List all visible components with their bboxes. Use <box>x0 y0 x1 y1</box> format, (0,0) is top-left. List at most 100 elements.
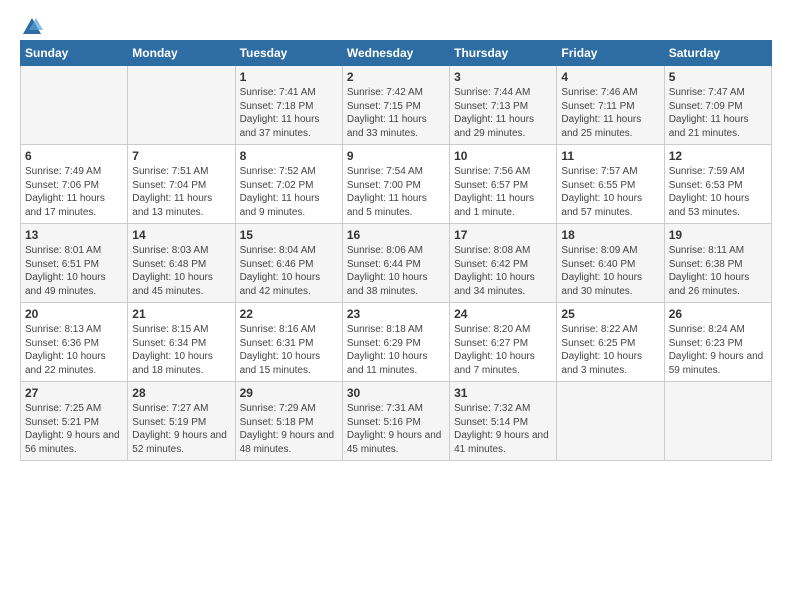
calendar-cell: 25 Sunrise: 8:22 AMSunset: 6:25 PMDayligh… <box>557 303 664 382</box>
calendar-cell: 1 Sunrise: 7:41 AMSunset: 7:18 PMDaylight… <box>235 66 342 145</box>
cell-content: Sunrise: 8:24 AMSunset: 6:23 PMDaylight:… <box>669 323 767 377</box>
week-row-5: 27Sunrise: 7:25 AMSunset: 5:21 PMDayligh… <box>21 382 772 461</box>
header-row: SundayMondayTuesdayWednesdayThursdayFrid… <box>21 41 772 66</box>
cell-content: Sunrise: 7:57 AMSunset: 6:55 PMDaylight:… <box>561 165 659 219</box>
calendar-cell: 11 Sunrise: 7:57 AMSunset: 6:55 PMDayligh… <box>557 145 664 224</box>
calendar-cell: 18 Sunrise: 8:09 AMSunset: 6:40 PMDayligh… <box>557 224 664 303</box>
day-number: 4 <box>561 70 659 84</box>
day-header-sunday: Sunday <box>21 41 128 66</box>
calendar-cell: 8 Sunrise: 7:52 AMSunset: 7:02 PMDaylight… <box>235 145 342 224</box>
cell-content: Sunrise: 8:16 AMSunset: 6:31 PMDaylight:… <box>240 323 338 377</box>
cell-content: Sunrise: 8:22 AMSunset: 6:25 PMDaylight:… <box>561 323 659 377</box>
calendar-cell <box>557 382 664 461</box>
calendar-cell: 16 Sunrise: 8:06 AMSunset: 6:44 PMDayligh… <box>342 224 449 303</box>
calendar-cell: 23 Sunrise: 8:18 AMSunset: 6:29 PMDayligh… <box>342 303 449 382</box>
calendar-cell: 4Sunrise: 7:46 AMSunset: 7:11 PMDaylight… <box>557 66 664 145</box>
day-header-wednesday: Wednesday <box>342 41 449 66</box>
day-number: 1 <box>240 70 338 84</box>
day-number: 8 <box>240 149 338 163</box>
calendar-cell: 19 Sunrise: 8:11 AMSunset: 6:38 PMDayligh… <box>664 224 771 303</box>
calendar-cell: 20 Sunrise: 8:13 AMSunset: 6:36 PMDayligh… <box>21 303 128 382</box>
calendar-cell: 10 Sunrise: 7:56 AMSunset: 6:57 PMDayligh… <box>450 145 557 224</box>
calendar-cell: 21 Sunrise: 8:15 AMSunset: 6:34 PMDayligh… <box>128 303 235 382</box>
day-header-thursday: Thursday <box>450 41 557 66</box>
cell-content: Sunrise: 7:31 AMSunset: 5:16 PMDaylight:… <box>347 402 445 456</box>
calendar-cell: 12 Sunrise: 7:59 AMSunset: 6:53 PMDayligh… <box>664 145 771 224</box>
cell-content: Sunrise: 8:20 AMSunset: 6:27 PMDaylight:… <box>454 323 552 377</box>
day-number: 25 <box>561 307 659 321</box>
cell-content: Sunrise: 8:04 AMSunset: 6:46 PMDaylight:… <box>240 244 338 298</box>
cell-content: Sunrise: 7:27 AMSunset: 5:19 PMDaylight:… <box>132 402 230 456</box>
day-number: 11 <box>561 149 659 163</box>
cell-content: Sunrise: 8:09 AMSunset: 6:40 PMDaylight:… <box>561 244 659 298</box>
cell-content: Sunrise: 8:18 AMSunset: 6:29 PMDaylight:… <box>347 323 445 377</box>
cell-content: Sunrise: 8:15 AMSunset: 6:34 PMDaylight:… <box>132 323 230 377</box>
cell-content: Sunrise: 7:59 AMSunset: 6:53 PMDaylight:… <box>669 165 767 219</box>
day-number: 27 <box>25 386 123 400</box>
calendar-cell: 6 Sunrise: 7:49 AMSunset: 7:06 PMDaylight… <box>21 145 128 224</box>
week-row-1: 1 Sunrise: 7:41 AMSunset: 7:18 PMDaylight… <box>21 66 772 145</box>
day-number: 7 <box>132 149 230 163</box>
header <box>20 16 772 32</box>
day-number: 16 <box>347 228 445 242</box>
cell-content: Sunrise: 8:11 AMSunset: 6:38 PMDaylight:… <box>669 244 767 298</box>
cell-content: Sunrise: 8:01 AMSunset: 6:51 PMDaylight:… <box>25 244 123 298</box>
day-number: 9 <box>347 149 445 163</box>
logo <box>20 16 44 32</box>
cell-content: Sunrise: 7:51 AMSunset: 7:04 PMDaylight:… <box>132 165 230 219</box>
day-number: 23 <box>347 307 445 321</box>
cell-content: Sunrise: 7:52 AMSunset: 7:02 PMDaylight:… <box>240 165 338 219</box>
day-number: 30 <box>347 386 445 400</box>
day-number: 6 <box>25 149 123 163</box>
day-number: 26 <box>669 307 767 321</box>
calendar-cell <box>664 382 771 461</box>
calendar-cell <box>21 66 128 145</box>
day-number: 2 <box>347 70 445 84</box>
day-number: 19 <box>669 228 767 242</box>
calendar-cell: 17 Sunrise: 8:08 AMSunset: 6:42 PMDayligh… <box>450 224 557 303</box>
cell-content: Sunrise: 7:47 AMSunset: 7:09 PMDaylight:… <box>669 86 767 140</box>
day-header-tuesday: Tuesday <box>235 41 342 66</box>
page: SundayMondayTuesdayWednesdayThursdayFrid… <box>0 0 792 471</box>
day-number: 29 <box>240 386 338 400</box>
calendar-cell: 15Sunrise: 8:04 AMSunset: 6:46 PMDayligh… <box>235 224 342 303</box>
calendar-cell: 3 Sunrise: 7:44 AMSunset: 7:13 PMDaylight… <box>450 66 557 145</box>
cell-content: Sunrise: 8:03 AMSunset: 6:48 PMDaylight:… <box>132 244 230 298</box>
cell-content: Sunrise: 8:13 AMSunset: 6:36 PMDaylight:… <box>25 323 123 377</box>
day-header-saturday: Saturday <box>664 41 771 66</box>
day-number: 10 <box>454 149 552 163</box>
week-row-4: 20 Sunrise: 8:13 AMSunset: 6:36 PMDayligh… <box>21 303 772 382</box>
cell-content: Sunrise: 7:56 AMSunset: 6:57 PMDaylight:… <box>454 165 552 219</box>
calendar-cell: 28 Sunrise: 7:27 AMSunset: 5:19 PMDayligh… <box>128 382 235 461</box>
day-number: 28 <box>132 386 230 400</box>
calendar-cell: 5 Sunrise: 7:47 AMSunset: 7:09 PMDaylight… <box>664 66 771 145</box>
calendar-cell: 14Sunrise: 8:03 AMSunset: 6:48 PMDayligh… <box>128 224 235 303</box>
calendar-cell: 27Sunrise: 7:25 AMSunset: 5:21 PMDayligh… <box>21 382 128 461</box>
day-number: 17 <box>454 228 552 242</box>
day-number: 22 <box>240 307 338 321</box>
day-number: 3 <box>454 70 552 84</box>
logo-icon <box>21 16 43 36</box>
cell-content: Sunrise: 7:54 AMSunset: 7:00 PMDaylight:… <box>347 165 445 219</box>
calendar-cell: 9 Sunrise: 7:54 AMSunset: 7:00 PMDaylight… <box>342 145 449 224</box>
calendar-cell: 24 Sunrise: 8:20 AMSunset: 6:27 PMDayligh… <box>450 303 557 382</box>
day-number: 21 <box>132 307 230 321</box>
day-number: 12 <box>669 149 767 163</box>
calendar-table: SundayMondayTuesdayWednesdayThursdayFrid… <box>20 40 772 461</box>
calendar-cell: 31 Sunrise: 7:32 AMSunset: 5:14 PMDayligh… <box>450 382 557 461</box>
cell-content: Sunrise: 7:44 AMSunset: 7:13 PMDaylight:… <box>454 86 552 140</box>
day-number: 5 <box>669 70 767 84</box>
cell-content: Sunrise: 7:32 AMSunset: 5:14 PMDaylight:… <box>454 402 552 456</box>
day-number: 18 <box>561 228 659 242</box>
cell-content: Sunrise: 8:08 AMSunset: 6:42 PMDaylight:… <box>454 244 552 298</box>
calendar-cell: 2Sunrise: 7:42 AMSunset: 7:15 PMDaylight… <box>342 66 449 145</box>
day-number: 31 <box>454 386 552 400</box>
day-number: 24 <box>454 307 552 321</box>
cell-content: Sunrise: 8:06 AMSunset: 6:44 PMDaylight:… <box>347 244 445 298</box>
cell-content: Sunrise: 7:29 AMSunset: 5:18 PMDaylight:… <box>240 402 338 456</box>
week-row-2: 6 Sunrise: 7:49 AMSunset: 7:06 PMDaylight… <box>21 145 772 224</box>
cell-content: Sunrise: 7:41 AMSunset: 7:18 PMDaylight:… <box>240 86 338 140</box>
cell-content: Sunrise: 7:49 AMSunset: 7:06 PMDaylight:… <box>25 165 123 219</box>
day-number: 20 <box>25 307 123 321</box>
day-header-friday: Friday <box>557 41 664 66</box>
